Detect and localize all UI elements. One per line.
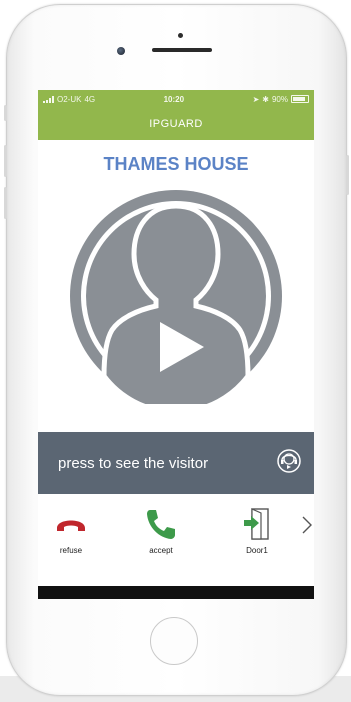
accept-label: accept: [149, 546, 173, 555]
visitor-avatar-icon: [70, 190, 282, 415]
earpiece-speaker: [152, 48, 212, 52]
app-title-bar: IPGUARD: [38, 108, 314, 140]
app-screen: O2-UK 4G 10:20 ➤ ✱ 90% IPGUARD THAMES HO…: [38, 90, 314, 599]
carrier-label: O2-UK: [57, 94, 82, 104]
silent-switch: [4, 105, 7, 121]
signal-icon: [43, 95, 54, 103]
volume-down-button: [4, 187, 7, 219]
location-icon: ➤: [252, 94, 260, 104]
home-button[interactable]: [150, 617, 198, 665]
refuse-button[interactable]: refuse: [48, 506, 94, 555]
power-button: [346, 155, 349, 195]
volume-up-button: [4, 145, 7, 177]
more-actions-chevron-icon[interactable]: [300, 514, 314, 541]
status-time: 10:20: [163, 94, 185, 104]
front-camera: [117, 47, 125, 55]
network-label: 4G: [84, 94, 96, 104]
door-open-icon: [244, 508, 269, 540]
headset-icon: [276, 448, 302, 478]
battery-icon: [290, 95, 309, 103]
proximity-sensor: [178, 33, 183, 38]
bluetooth-icon: ✱: [262, 94, 269, 104]
refuse-label: refuse: [59, 546, 83, 555]
status-bar: O2-UK 4G 10:20 ➤ ✱ 90%: [38, 90, 314, 108]
visitor-preview-button[interactable]: [68, 188, 284, 415]
see-visitor-label: press to see the visitor: [58, 454, 209, 472]
phone-icon: [147, 510, 175, 539]
door1-button[interactable]: Door1: [234, 506, 280, 555]
bottom-bar: [38, 586, 314, 599]
site-name: THAMES HOUSE: [103, 154, 249, 174]
battery-percent: 90%: [271, 94, 288, 104]
hang-up-icon: [57, 520, 85, 531]
app-title: IPGUARD: [149, 118, 203, 130]
see-visitor-bar[interactable]: press to see the visitor: [38, 432, 314, 494]
door1-label: Door1: [246, 546, 268, 555]
call-actions: refuse accept Door1: [38, 494, 314, 586]
accept-button[interactable]: accept: [138, 506, 184, 555]
